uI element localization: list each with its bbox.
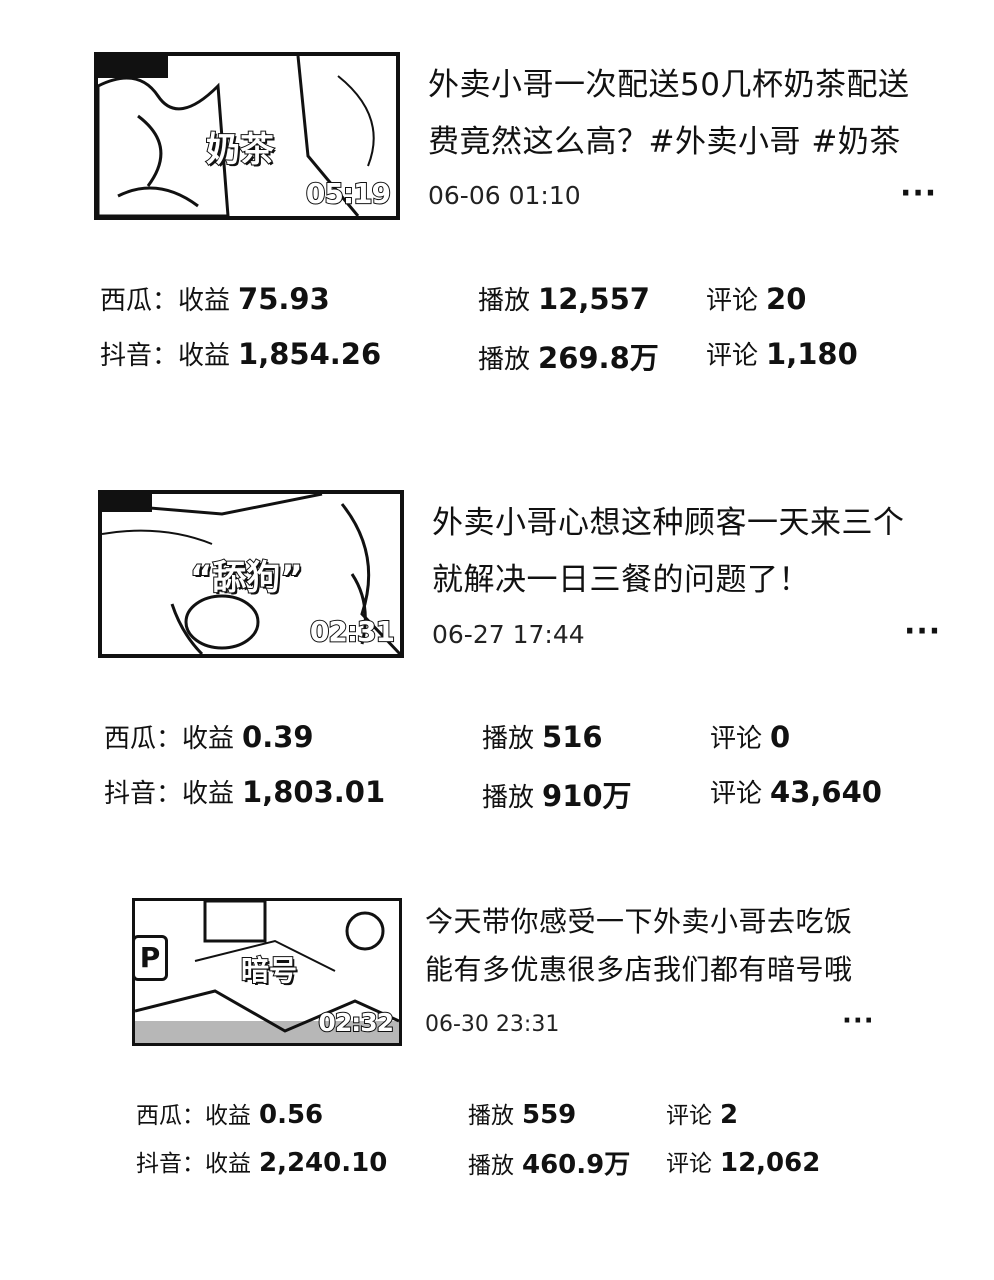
comments-value: 1,180 bbox=[766, 337, 858, 371]
douyin-comments: 评论 43,640 bbox=[710, 773, 882, 810]
income-value: 0.39 bbox=[242, 720, 314, 754]
platform-label: 西瓜： bbox=[136, 1103, 205, 1129]
platform-label: 西瓜： bbox=[100, 286, 179, 316]
video-title[interactable]: 外卖小哥一次配送50几杯奶茶配送 费竟然这么高？#外卖小哥 #奶茶 bbox=[428, 57, 909, 171]
video-title-line: 今天带你感受一下外卖小哥去吃饭 bbox=[425, 905, 853, 938]
thumbnail-caption: 暗号 bbox=[240, 953, 298, 988]
plays-label: 播放 bbox=[478, 345, 531, 375]
xigua-comments: 评论 20 bbox=[706, 280, 806, 317]
publish-date: 06-27 17:44 bbox=[432, 620, 585, 649]
plays-value: 460.9万 bbox=[522, 1150, 631, 1180]
comments-value: 12,062 bbox=[720, 1148, 821, 1178]
video-title[interactable]: 外卖小哥心想这种顾客一天来三个 就解决一日三餐的问题了！ bbox=[432, 495, 905, 609]
plays-value: 12,557 bbox=[538, 282, 650, 316]
douyin-comments: 评论 12,062 bbox=[666, 1144, 820, 1178]
comments-label: 评论 bbox=[706, 286, 759, 316]
comments-label: 评论 bbox=[706, 341, 759, 371]
video-title[interactable]: 今天带你感受一下外卖小哥去吃饭 能有多优惠很多店我们都有暗号哦 bbox=[425, 898, 853, 994]
video-duration: 02:31 bbox=[309, 614, 396, 649]
plays-value: 516 bbox=[542, 720, 603, 754]
video-thumbnail[interactable]: 暗号 02:32 bbox=[132, 898, 402, 1046]
xigua-comments: 评论 0 bbox=[710, 718, 790, 755]
video-title-line: 外卖小哥一次配送50几杯奶茶配送 bbox=[428, 67, 910, 103]
profile-badge: P bbox=[132, 935, 168, 981]
video-title-line: 就解决一日三餐的问题了！ bbox=[432, 562, 810, 598]
plays-label: 播放 bbox=[468, 1153, 514, 1179]
video-title-line: 外卖小哥心想这种顾客一天来三个 bbox=[432, 505, 905, 541]
comments-label: 评论 bbox=[710, 779, 763, 809]
comments-label: 评论 bbox=[666, 1151, 712, 1177]
douyin-income: 抖音：收益 1,803.01 bbox=[104, 773, 385, 810]
douyin-income: 抖音：收益 2,240.10 bbox=[136, 1144, 387, 1178]
douyin-plays: 播放 460.9万 bbox=[468, 1144, 630, 1181]
xigua-plays: 播放 516 bbox=[482, 718, 603, 755]
video-thumbnail[interactable]: 奶茶 05:19 bbox=[94, 52, 400, 220]
income-label: 收益 bbox=[182, 724, 235, 754]
video-duration: 02:32 bbox=[317, 1007, 395, 1038]
video-duration: 05:19 bbox=[305, 176, 392, 211]
comments-label: 评论 bbox=[710, 724, 763, 754]
income-label: 收益 bbox=[205, 1151, 251, 1177]
platform-label: 抖音： bbox=[136, 1151, 205, 1177]
platform-label: 抖音： bbox=[100, 341, 179, 371]
plays-label: 播放 bbox=[482, 724, 535, 754]
platform-label: 西瓜： bbox=[104, 724, 183, 754]
income-value: 0.56 bbox=[259, 1100, 324, 1130]
video-title-line: 费竟然这么高？#外卖小哥 #奶茶 bbox=[428, 124, 901, 160]
video-title-line: 能有多优惠很多店我们都有暗号哦 bbox=[425, 953, 853, 986]
thumbnail-caption: 奶茶 bbox=[205, 129, 275, 171]
xigua-plays: 播放 12,557 bbox=[478, 280, 650, 317]
more-horizontal-icon[interactable]: ··· bbox=[900, 176, 937, 211]
income-label: 收益 bbox=[178, 341, 231, 371]
video-thumbnail[interactable]: “舔狗” 02:31 bbox=[98, 490, 404, 658]
comments-value: 2 bbox=[720, 1100, 739, 1130]
more-horizontal-icon[interactable]: ··· bbox=[842, 1006, 875, 1036]
plays-value: 910万 bbox=[542, 779, 632, 813]
comments-value: 0 bbox=[770, 720, 791, 754]
income-value: 1,854.26 bbox=[238, 337, 382, 371]
comments-value: 20 bbox=[766, 282, 807, 316]
xigua-plays: 播放 559 bbox=[468, 1096, 576, 1130]
income-value: 1,803.01 bbox=[242, 775, 386, 809]
plays-value: 269.8万 bbox=[538, 341, 659, 375]
more-horizontal-icon[interactable]: ··· bbox=[904, 614, 941, 649]
thumbnail-caption: “舔狗” bbox=[189, 557, 304, 599]
plays-value: 559 bbox=[522, 1100, 577, 1130]
plays-label: 播放 bbox=[478, 286, 531, 316]
income-label: 收益 bbox=[178, 286, 231, 316]
xigua-income: 西瓜：收益 0.56 bbox=[136, 1096, 323, 1130]
publish-date: 06-30 23:31 bbox=[425, 1012, 560, 1037]
comments-value: 43,640 bbox=[770, 775, 882, 809]
income-label: 收益 bbox=[182, 779, 235, 809]
xigua-income: 西瓜：收益 75.93 bbox=[100, 280, 330, 317]
xigua-income: 西瓜：收益 0.39 bbox=[104, 718, 314, 755]
income-value: 2,240.10 bbox=[259, 1148, 388, 1178]
income-label: 收益 bbox=[205, 1103, 251, 1129]
publish-date: 06-06 01:10 bbox=[428, 181, 581, 210]
plays-label: 播放 bbox=[468, 1103, 514, 1129]
douyin-income: 抖音：收益 1,854.26 bbox=[100, 335, 381, 372]
income-value: 75.93 bbox=[238, 282, 330, 316]
comments-label: 评论 bbox=[666, 1103, 712, 1129]
platform-label: 抖音： bbox=[104, 779, 183, 809]
douyin-plays: 播放 269.8万 bbox=[478, 335, 659, 377]
plays-label: 播放 bbox=[482, 783, 535, 813]
douyin-comments: 评论 1,180 bbox=[706, 335, 858, 372]
douyin-plays: 播放 910万 bbox=[482, 773, 632, 815]
xigua-comments: 评论 2 bbox=[666, 1096, 738, 1130]
